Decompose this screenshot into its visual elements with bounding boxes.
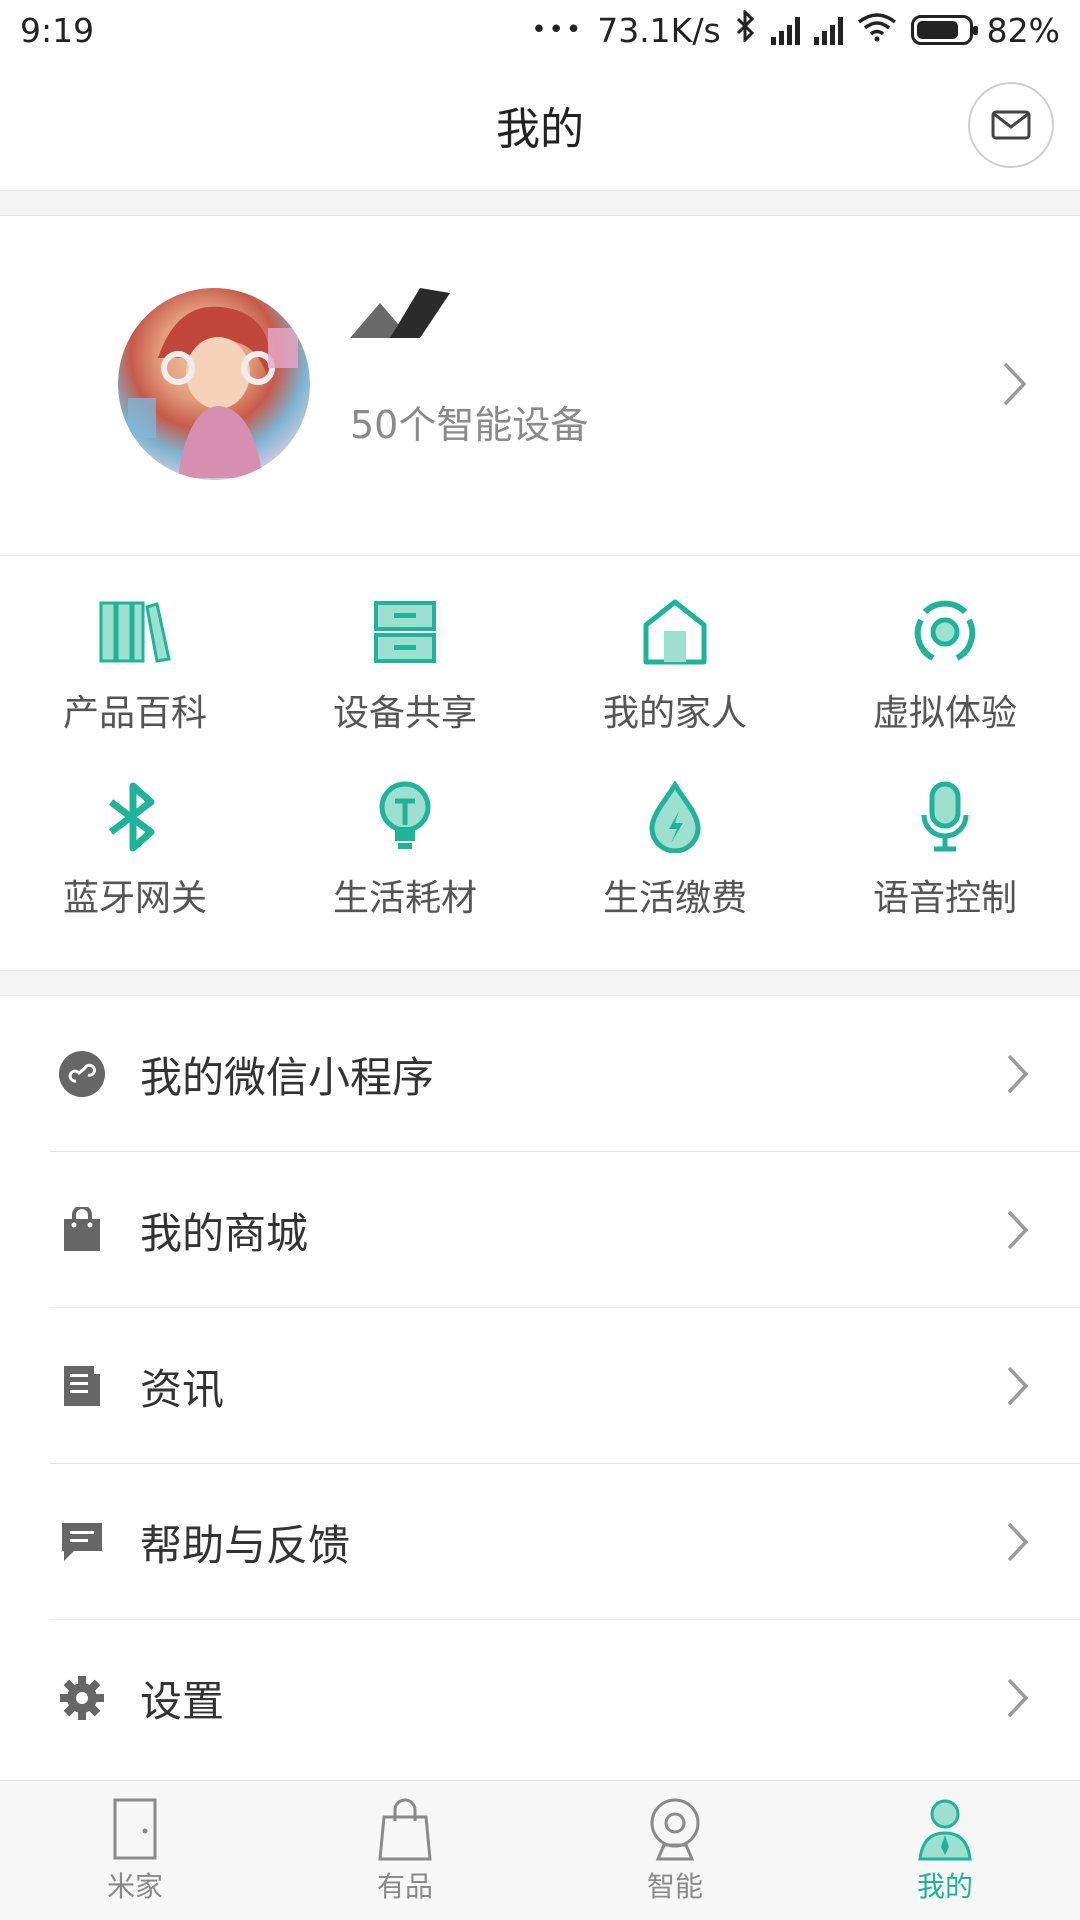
grid-label: 生活缴费 [602,878,747,919]
chevron-right-icon [1007,1678,1029,1718]
person-icon [918,1799,972,1860]
wifi-icon [857,11,897,50]
feedback-icon [58,1518,106,1566]
grid-label: 我的家人 [602,693,747,734]
grid-item-product-wiki[interactable]: 产品百科 [0,578,270,763]
tab-smart[interactable]: 智能 [540,1781,810,1920]
grid-label: 产品百科 [62,693,207,734]
username-redacted [350,288,450,338]
tab-youpin[interactable]: 有品 [270,1781,540,1920]
grid-item-voice-control[interactable]: 语音控制 [810,763,1080,948]
tab-label: 我的 [916,1869,973,1903]
feature-grid: 产品百科 设备共享 我的家人 虚拟体验 蓝牙网关 生活耗材 生活缴费 语音控制 [0,556,1080,970]
target-icon [905,592,985,672]
menu-list: 我的微信小程序 我的商城 资讯 帮助与反馈 设置 [0,996,1080,1776]
chevron-right-icon [1003,362,1027,406]
bluetooth-status-icon [735,8,757,50]
tab-label: 智能 [646,1869,703,1903]
tab-label: 有品 [376,1869,433,1903]
grid-label: 设备共享 [332,693,477,734]
menu-label: 设置 [140,1676,225,1726]
chevron-right-icon [1007,1210,1029,1250]
profile-card[interactable]: 50个智能设备 [0,216,1080,556]
shopping-bag-icon [58,1206,106,1254]
battery-percent: 82% [986,10,1060,50]
section-divider [0,970,1080,996]
microphone-icon [905,777,985,857]
grid-label: 语音控制 [872,878,1017,919]
tab-label: 米家 [106,1869,163,1903]
menu-item-settings[interactable]: 设置 [0,1620,1080,1776]
bag-icon [378,1798,432,1860]
home-icon [635,592,715,672]
bottom-tab-bar: 米家 有品 智能 我的 [0,1780,1080,1920]
page-title: 我的 [496,104,584,155]
bulb-icon [365,777,445,857]
chevron-right-icon [1007,1366,1029,1406]
status-icons: ••• 73.1K/s 82% [531,8,1060,50]
grid-item-bill-payment[interactable]: 生活缴费 [540,763,810,948]
grid-label: 蓝牙网关 [62,878,207,919]
drawer-icon [365,592,445,672]
status-time: 9:19 [20,10,95,50]
grid-item-bluetooth-gateway[interactable]: 蓝牙网关 [0,763,270,948]
menu-label: 资讯 [140,1364,225,1414]
gear-icon [58,1674,106,1722]
water-drop-icon [635,777,715,857]
menu-item-my-store[interactable]: 我的商城 [0,1152,1080,1308]
chevron-right-icon [1007,1522,1029,1562]
grid-item-family[interactable]: 我的家人 [540,578,810,763]
signal-icon-2 [813,15,843,45]
section-divider [0,190,1080,216]
chevron-right-icon [1007,1054,1029,1094]
books-icon [95,592,175,672]
menu-item-help-feedback[interactable]: 帮助与反馈 [0,1464,1080,1620]
menu-label: 帮助与反馈 [140,1520,351,1570]
battery-icon [910,15,978,45]
camera-icon [650,1798,700,1860]
grid-item-virtual-experience[interactable]: 虚拟体验 [810,578,1080,763]
signal-icon [770,15,800,45]
menu-item-news[interactable]: 资讯 [0,1308,1080,1464]
mail-icon [991,110,1031,140]
menu-label: 我的商城 [140,1208,309,1258]
grid-label: 生活耗材 [332,878,477,919]
tab-mijia[interactable]: 米家 [0,1781,270,1920]
status-more: ••• [531,15,584,45]
tab-mine[interactable]: 我的 [810,1781,1080,1920]
mini-program-icon [58,1050,106,1098]
door-icon [113,1798,157,1859]
menu-label: 我的微信小程序 [140,1052,435,1102]
menu-item-wechat-mini-program[interactable]: 我的微信小程序 [0,996,1080,1152]
grid-item-device-share[interactable]: 设备共享 [270,578,540,763]
news-icon [58,1362,106,1410]
status-bar: 9:19 ••• 73.1K/s 82% [0,0,1080,60]
grid-label: 虚拟体验 [872,693,1017,734]
avatar[interactable] [118,288,310,480]
device-count: 50个智能设备 [350,403,589,447]
grid-item-consumables[interactable]: 生活耗材 [270,763,540,948]
bluetooth-icon [95,777,175,857]
title-bar: 我的 [0,60,1080,190]
messages-button[interactable] [968,82,1054,168]
network-speed: 73.1K/s [597,10,721,50]
